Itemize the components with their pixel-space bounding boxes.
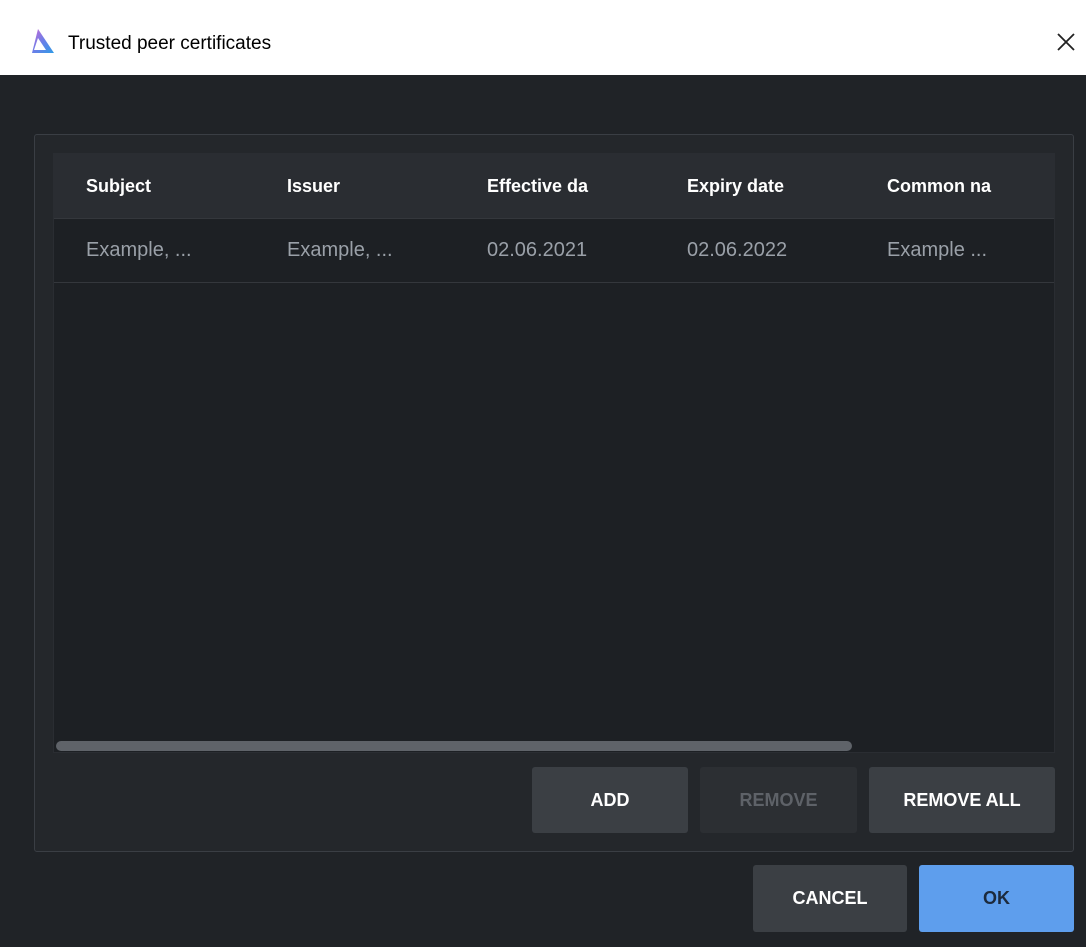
close-icon[interactable] [1050,26,1082,58]
window-title: Trusted peer certificates [68,33,272,54]
column-header-issuer[interactable]: Issuer [287,176,457,197]
cancel-button[interactable]: CANCEL [753,865,907,932]
horizontal-scrollbar[interactable] [56,741,852,751]
cell-common-name: Example ... [887,239,988,261]
column-header-expiry-date[interactable]: Expiry date [687,176,857,197]
column-header-effective-date[interactable]: Effective da [487,176,615,197]
table-header: Subject Issuer Effective da Expiry date … [54,154,1054,219]
certificates-table: Subject Issuer Effective da Expiry date … [53,153,1055,753]
cell-subject: Example, ... [86,239,192,261]
cell-effective-date: 02.06.2021 [487,239,588,261]
ok-button[interactable]: OK [919,865,1074,932]
column-header-common-name[interactable]: Common na [887,176,1030,197]
title-bar: Trusted peer certificates [0,0,1086,75]
cell-issuer: Example, ... [287,239,393,261]
remove-all-button[interactable]: REMOVE ALL [869,767,1055,833]
remove-button[interactable]: REMOVE [700,767,857,833]
add-button[interactable]: ADD [532,767,688,833]
app-logo-icon [32,29,54,53]
column-header-subject[interactable]: Subject [86,176,256,197]
cell-expiry-date: 02.06.2022 [687,239,788,261]
table-row[interactable]: Example, ... Example, ... 02.06.2021 02.… [54,219,1054,283]
